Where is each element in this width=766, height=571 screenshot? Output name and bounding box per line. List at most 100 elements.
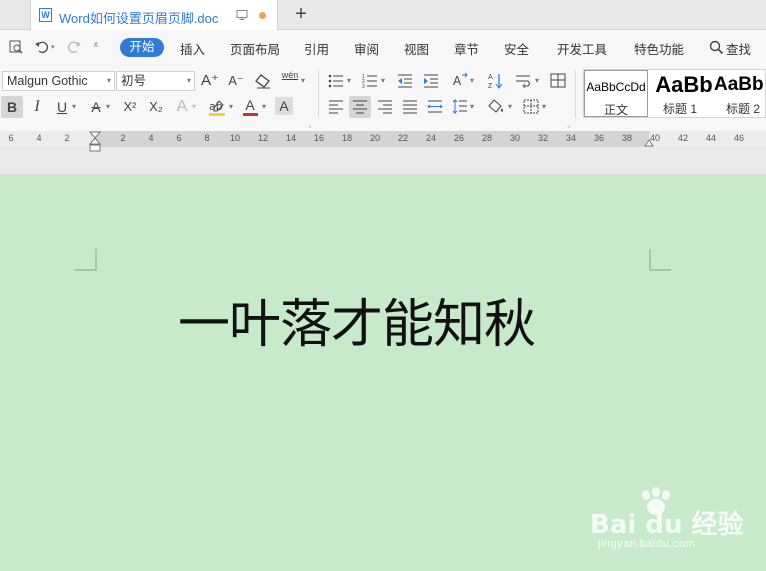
print-preview-icon[interactable]	[8, 39, 24, 55]
undo-icon[interactable]	[34, 39, 50, 55]
line-spacing-dropdown-icon[interactable]: ▾	[470, 97, 476, 117]
align-left-icon[interactable]	[328, 99, 344, 114]
decrease-indent-icon[interactable]	[397, 73, 413, 88]
style-sample: AaBb	[655, 72, 712, 97]
italic-button[interactable]: I	[27, 97, 47, 117]
underline-button[interactable]: U	[52, 97, 72, 117]
wrap-dropdown-icon[interactable]: ▾	[535, 71, 541, 91]
menu-tab-page-layout[interactable]: 页面布局	[230, 39, 280, 58]
menu-tab-insert[interactable]: 插入	[180, 39, 205, 58]
highlight-dropdown-icon[interactable]: ▾	[229, 97, 235, 117]
phonetic-dropdown-icon[interactable]: ▾	[301, 71, 307, 91]
indent-marker-icon[interactable]	[89, 131, 101, 153]
new-tab-button[interactable]: +	[290, 4, 312, 26]
style-heading-2[interactable]: AaBb 标题 2	[712, 70, 766, 117]
distribute-icon[interactable]	[427, 99, 443, 114]
borders-dropdown-icon[interactable]: ▾	[542, 97, 548, 117]
svg-text:3: 3	[362, 84, 365, 88]
text-effect-button[interactable]: A	[172, 97, 192, 117]
underline-dropdown-icon[interactable]: ▾	[72, 97, 78, 117]
menu-tab-review[interactable]: 审阅	[354, 39, 379, 58]
margin-corner-top-right	[649, 249, 671, 271]
ruler-tick-label: 22	[397, 133, 408, 143]
ruler-tick-label: 46	[733, 133, 744, 143]
numbering-dropdown-icon[interactable]: ▾	[381, 71, 387, 91]
subscript-button[interactable]: X₂	[146, 97, 166, 117]
font-color-dropdown-icon[interactable]: ▾	[262, 97, 268, 117]
menu-tab-view[interactable]: 视图	[404, 39, 429, 58]
text-effect-dropdown-icon[interactable]: ▾	[192, 97, 198, 117]
align-right-icon[interactable]	[377, 99, 393, 114]
increase-indent-icon[interactable]	[423, 73, 439, 88]
ruler-tick-label: 32	[537, 133, 548, 143]
character-shading-button[interactable]: A	[275, 97, 293, 115]
document-body-text[interactable]: 一叶落才能知秋	[178, 282, 536, 357]
text-direction-icon[interactable]: A	[451, 72, 469, 89]
highlight-icon[interactable]: ab	[207, 99, 227, 117]
menu-tab-home[interactable]: 开始	[120, 38, 164, 57]
phonetic-guide-button[interactable]: wén	[280, 70, 300, 90]
bullet-dropdown-icon[interactable]: ▾	[347, 71, 353, 91]
menu-tab-references[interactable]: 引用	[304, 39, 329, 58]
font-size-select[interactable]: 初号 ▾	[116, 71, 195, 91]
font-color-button[interactable]: A	[240, 95, 260, 115]
table-grid-icon[interactable]	[550, 73, 566, 88]
ruler-tick-label: 20	[369, 133, 380, 143]
ruler-tick-label: 42	[677, 133, 688, 143]
font-color-swatch	[243, 113, 258, 116]
right-indent-marker-icon[interactable]	[644, 139, 654, 147]
style-normal[interactable]: AaBbCcDd 正文	[584, 70, 648, 117]
font-dialog-launcher-icon[interactable]: ⌟	[308, 121, 311, 129]
font-family-value: Malgun Gothic	[7, 74, 88, 88]
margin-corner-top-left	[75, 249, 97, 271]
align-center-button[interactable]	[349, 96, 371, 118]
ruler-tick-label: 2	[120, 133, 126, 143]
text-direction-dropdown-icon[interactable]: ▾	[470, 71, 476, 91]
ruler-tick-label: 4	[148, 133, 154, 143]
strikethrough-dropdown-icon[interactable]: ▾	[106, 97, 112, 117]
style-name: 标题 1	[662, 102, 697, 116]
menu-tab-features[interactable]: 特色功能	[634, 39, 684, 58]
superscript-button[interactable]: X²	[120, 97, 140, 117]
grow-font-button[interactable]: A⁺	[200, 71, 220, 91]
document-tab[interactable]: W Word如何设置页眉页脚.doc	[30, 0, 278, 30]
redo-icon[interactable]	[66, 39, 82, 55]
paragraph-shading-icon[interactable]	[487, 99, 505, 115]
style-sample: AaBb	[714, 74, 764, 95]
borders-icon[interactable]	[523, 99, 539, 114]
bullet-list-icon[interactable]	[328, 73, 344, 88]
menu-find[interactable]: 查找	[726, 39, 751, 58]
paragraph-dialog-launcher-icon[interactable]: ⌟	[567, 121, 570, 129]
menu-tab-developer[interactable]: 开发工具	[557, 39, 607, 58]
numbered-list-icon[interactable]: 123	[362, 73, 378, 88]
unsaved-indicator-icon	[259, 12, 266, 19]
tab-bar: W Word如何设置页眉页脚.doc +	[0, 0, 766, 30]
monitor-icon[interactable]	[236, 9, 248, 21]
customize-toolbar-icon[interactable]: ⩡	[93, 40, 99, 51]
style-heading-1[interactable]: AaBb 标题 1	[648, 70, 712, 117]
svg-text:A: A	[488, 74, 493, 81]
line-spacing-icon[interactable]	[452, 98, 468, 115]
menu-tab-chapter[interactable]: 章节	[454, 39, 479, 58]
ruler-tick-label: 6	[8, 133, 14, 143]
document-tab-title: Word如何设置页眉页脚.doc	[59, 11, 219, 26]
sort-icon[interactable]: AZ	[487, 72, 504, 89]
shrink-font-button[interactable]: A⁻	[226, 71, 246, 91]
shading-dropdown-icon[interactable]: ▾	[508, 97, 514, 117]
align-center-icon	[353, 100, 367, 114]
svg-text:Z: Z	[488, 83, 493, 89]
undo-dropdown-icon[interactable]: ▾	[51, 43, 55, 51]
strikethrough-button[interactable]: A	[86, 97, 106, 117]
clear-format-icon[interactable]	[254, 73, 272, 89]
chevron-down-icon: ▾	[106, 76, 111, 85]
toolbar-separator	[318, 70, 319, 118]
line-spacing-wrap-icon[interactable]	[515, 73, 532, 88]
justify-icon[interactable]	[402, 99, 418, 114]
font-family-select[interactable]: Malgun Gothic ▾	[2, 71, 115, 91]
styles-gallery: AaBbCcDd 正文 AaBb 标题 1 AaBb 标题 2	[583, 69, 766, 118]
ruler-tick-label: 28	[481, 133, 492, 143]
menu-tab-security[interactable]: 安全	[504, 39, 529, 58]
bold-button[interactable]: B	[1, 96, 23, 118]
ruler-tick-label: 2	[64, 133, 70, 143]
search-icon[interactable]	[709, 40, 724, 55]
